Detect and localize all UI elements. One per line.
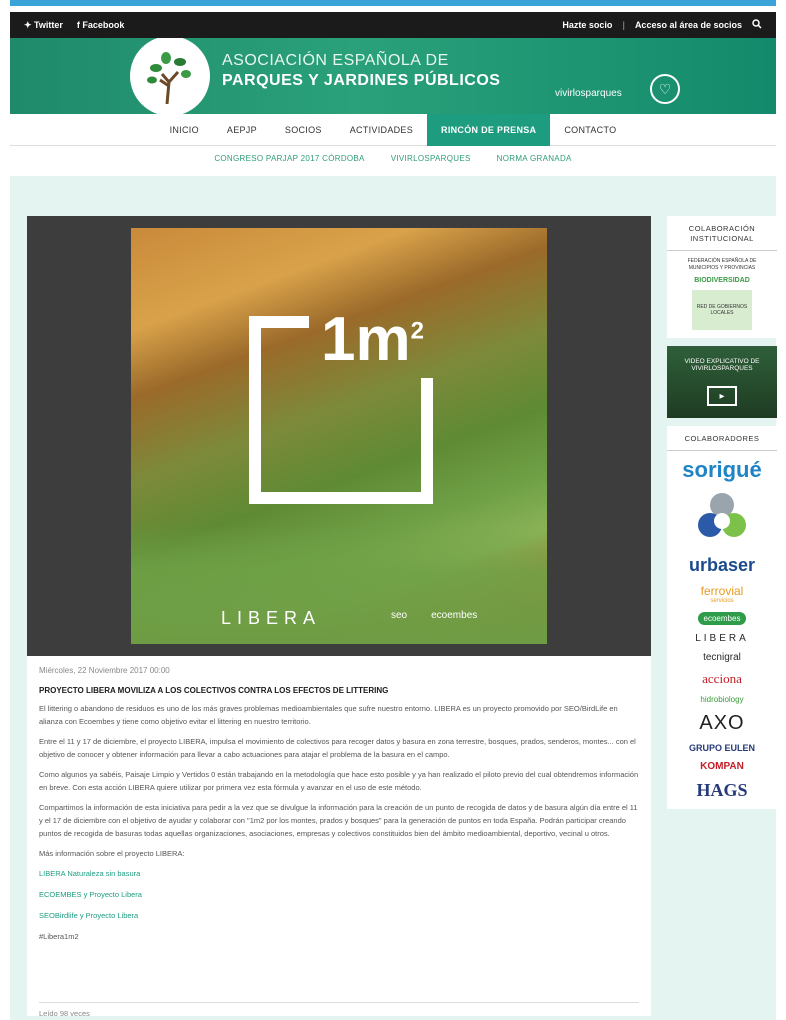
- twitter-icon: ✦: [24, 19, 35, 30]
- ferrovial-name: ferrovial: [700, 584, 744, 598]
- tree-logo-icon: [147, 52, 191, 105]
- sorigue-logo[interactable]: sorigué: [682, 457, 761, 483]
- read-count: Leído 98 veces: [39, 1002, 639, 1018]
- institutional-title: COLABORACIÓN INSTITUCIONAL: [667, 216, 777, 251]
- nav-item-inicio[interactable]: INICIO: [156, 114, 213, 146]
- link-ecoembes-libera[interactable]: ECOEMBES y Proyecto Libera: [39, 888, 639, 901]
- link-seobirdlife-libera[interactable]: SEOBirdlife y Proyecto Libera: [39, 909, 639, 922]
- libera-logo: LIBERA: [221, 608, 322, 628]
- nav-item-socios[interactable]: SOCIOS: [271, 114, 336, 146]
- search-icon[interactable]: [752, 19, 762, 31]
- biodiversidad-logo[interactable]: BIODIVERSIDAD: [694, 277, 750, 284]
- hashtag: #Libera1m2: [39, 932, 79, 941]
- urbaser-mark-icon: [694, 491, 750, 547]
- more-info-text: Más información sobre el proyecto LIBERA…: [39, 849, 185, 858]
- site-title-line1: ASOCIACIÓN ESPAÑOLA DE: [222, 52, 449, 69]
- nav-item-actividades[interactable]: ACTIVIDADES: [336, 114, 427, 146]
- biodiversidad-logo-text: BIODIVERSIDAD: [694, 277, 750, 284]
- collaborators-title: COLABORADORES: [667, 426, 777, 451]
- eulen-logo[interactable]: GRUPO EULEN: [689, 743, 755, 753]
- logo[interactable]: [130, 38, 210, 114]
- nav-item-aepjp[interactable]: AEPJP: [213, 114, 271, 146]
- subnav-item-vivirlosparques[interactable]: VIVIRLOSPARQUES: [383, 148, 479, 172]
- sub-nav: CONGRESO PARJAP 2017 CÓRDOBA VIVIRLOSPAR…: [10, 148, 776, 172]
- twitter-label: Twitter: [34, 19, 63, 30]
- seo-logo: seo: [391, 610, 408, 621]
- red-gobiernos-logo-text: RED DE GOBIERNOS LOCALES: [696, 304, 748, 316]
- ecoembes-logo[interactable]: ecoembes: [697, 612, 747, 625]
- ferrovial-sub: servicios: [710, 598, 734, 604]
- libera-logo[interactable]: LIBERA: [695, 633, 749, 644]
- hidrobiology-logo[interactable]: hidrobiology: [700, 695, 743, 704]
- main-nav: INICIO AEPJP SOCIOS ACTIVIDADES RINCÓN D…: [10, 114, 776, 146]
- nav-item-rincon-de-prensa[interactable]: RINCÓN DE PRENSA: [427, 114, 551, 146]
- acciona-logo[interactable]: acciona: [702, 671, 742, 687]
- paragraph: Como algunos ya sabéis, Paisaje Limpio y…: [39, 770, 639, 792]
- square-meter-sup: 2: [410, 317, 424, 345]
- divider: |: [622, 20, 625, 30]
- sidebar: COLABORACIÓN INSTITUCIONAL FEDERACIÓN ES…: [667, 216, 777, 817]
- paragraph: Compartimos la información de esta inici…: [39, 803, 638, 838]
- play-icon[interactable]: ▶: [707, 386, 737, 406]
- nav-item-contacto[interactable]: CONTACTO: [550, 114, 630, 146]
- frame-top-segment: [249, 316, 309, 328]
- join-link[interactable]: Hazte socio: [562, 20, 612, 30]
- square-meter-text: 1m: [321, 305, 411, 374]
- article-date: Miércoles, 22 Noviembre 2017 00:00: [39, 666, 170, 675]
- facebook-link[interactable]: f Facebook: [77, 20, 125, 31]
- paragraph: El littering o abandono de residuos es u…: [39, 704, 618, 726]
- grass-area: [131, 524, 547, 644]
- ecoembes-logo: ecoembes: [431, 610, 478, 621]
- article-body: El littering o abandono de residuos es u…: [39, 702, 639, 943]
- site-title-line2: PARQUES Y JARDINES PÚBLICOS: [222, 72, 501, 89]
- video-widget[interactable]: VIDEO EXPLICATIVO DE VIVIRLOSPARQUES ▶: [667, 346, 777, 418]
- link-libera-naturaleza[interactable]: LIBERA Naturaleza sin basura: [39, 867, 639, 880]
- top-accent-line: [10, 0, 776, 6]
- twitter-link[interactable]: ✦ Twitter: [24, 20, 63, 31]
- subnav-item-norma-granada[interactable]: NORMA GRANADA: [489, 148, 580, 172]
- article: 1m2 LIBERA seo ecoembes Miércoles, 22 No…: [27, 216, 651, 1018]
- kompan-logo[interactable]: KOMPAN: [700, 761, 744, 772]
- institutional-widget: COLABORACIÓN INSTITUCIONAL FEDERACIÓN ES…: [667, 216, 777, 338]
- article-image: 1m2 LIBERA seo ecoembes: [27, 216, 651, 656]
- heart-icon: ♡: [650, 74, 680, 104]
- brand-name: vivirlosparques: [555, 88, 622, 99]
- red-gobiernos-logo[interactable]: RED DE GOBIERNOS LOCALES: [692, 290, 752, 330]
- tecnigral-logo[interactable]: tecnigral: [703, 652, 741, 663]
- partner-logos: seo ecoembes: [391, 610, 477, 621]
- header-banner: ASOCIACIÓN ESPAÑOLA DE PARQUES Y JARDINE…: [10, 38, 776, 114]
- top-bar: ✦ Twitter f Facebook Hazte socio | Acces…: [10, 12, 776, 38]
- landscape-photo: 1m2 LIBERA seo ecoembes: [131, 228, 547, 644]
- square-meter-mark: 1m2: [321, 304, 424, 375]
- paragraph: Entre el 11 y 17 de diciembre, el proyec…: [39, 737, 636, 759]
- femp-logo[interactable]: FEDERACIÓN ESPAÑOLA DE MUNICIPIOS Y PROV…: [675, 257, 769, 271]
- video-title: VIDEO EXPLICATIVO DE VIVIRLOSPARQUES: [684, 358, 760, 372]
- ferrovial-logo[interactable]: ferrovial servicios: [701, 584, 744, 604]
- frame-right-segment: [421, 378, 433, 504]
- axo-logo[interactable]: AXO: [699, 712, 744, 735]
- hags-logo[interactable]: HAGS: [696, 780, 747, 801]
- urbaser-logo[interactable]: urbaser: [689, 555, 755, 576]
- femp-logo-text: FEDERACIÓN ESPAÑOLA DE MUNICIPIOS Y PROV…: [687, 258, 757, 271]
- article-title[interactable]: PROYECTO LIBERA MOVILIZA A LOS COLECTIVO…: [39, 686, 388, 695]
- facebook-label: Facebook: [82, 19, 125, 30]
- members-link[interactable]: Acceso al área de socios: [635, 20, 742, 30]
- subnav-item-congreso[interactable]: CONGRESO PARJAP 2017 CÓRDOBA: [206, 148, 372, 172]
- collaborators-widget: COLABORADORES sorigué urbaser ferrovial …: [667, 426, 777, 809]
